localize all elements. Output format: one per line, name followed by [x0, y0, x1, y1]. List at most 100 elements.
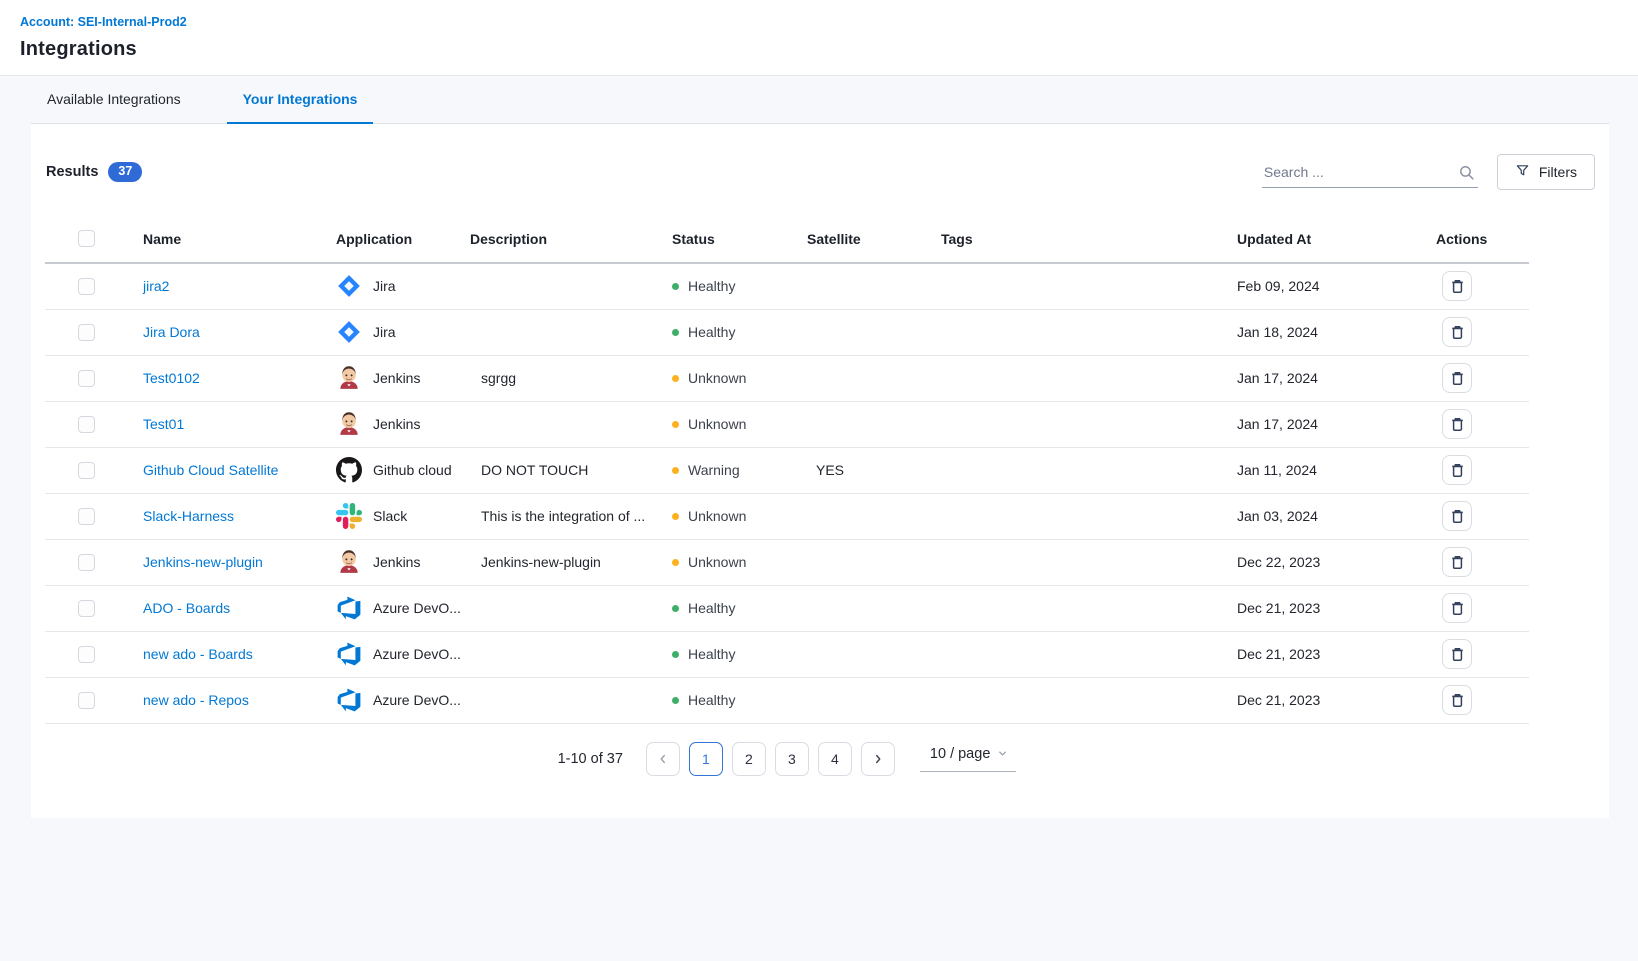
status-dot — [672, 467, 679, 474]
row-description: DO NOT TOUCH — [481, 462, 588, 478]
app-label: Github cloud — [373, 462, 452, 478]
row-name-link[interactable]: Slack-Harness — [143, 508, 234, 524]
delete-button[interactable] — [1442, 271, 1472, 301]
jira-icon — [336, 319, 362, 345]
row-name-link[interactable]: ADO - Boards — [143, 600, 230, 616]
status-dot — [672, 421, 679, 428]
jenkins-icon — [336, 365, 362, 391]
trash-icon — [1450, 692, 1465, 708]
app-label: Jenkins — [373, 554, 420, 570]
row-checkbox[interactable] — [78, 508, 95, 525]
row-updated: Feb 09, 2024 — [1237, 278, 1320, 294]
chevron-down-icon — [997, 748, 1008, 759]
jenkins-icon — [336, 411, 362, 437]
trash-icon — [1450, 416, 1465, 432]
pagination-page-2[interactable]: 2 — [732, 742, 766, 776]
row-name-link[interactable]: Github Cloud Satellite — [143, 462, 278, 478]
tab-your-integrations[interactable]: Your Integrations — [227, 76, 374, 124]
azure-icon — [336, 641, 362, 667]
delete-button[interactable] — [1442, 547, 1472, 577]
row-name-link[interactable]: Test01 — [143, 416, 184, 432]
github-icon — [336, 457, 362, 483]
status-label: Healthy — [688, 324, 735, 340]
integrations-table: Name Application Description Status Sate… — [45, 220, 1529, 724]
row-name-link[interactable]: Jenkins-new-plugin — [143, 554, 263, 570]
row-name-link[interactable]: new ado - Boards — [143, 646, 253, 662]
toolbar-right: Filters — [1262, 154, 1595, 190]
row-updated: Dec 21, 2023 — [1237, 692, 1320, 708]
row-updated: Jan 17, 2024 — [1237, 370, 1318, 386]
delete-button[interactable] — [1442, 593, 1472, 623]
app-label: Azure DevO... — [373, 600, 461, 616]
results-count-badge: 37 — [108, 162, 142, 182]
table-body: jira2 Jira Healthy Feb 09, 2024 — [45, 263, 1529, 723]
app-label: Azure DevO... — [373, 646, 461, 662]
row-checkbox[interactable] — [78, 278, 95, 295]
trash-icon — [1450, 600, 1465, 616]
status-label: Unknown — [688, 508, 746, 524]
toolbar: Results 37 — [45, 154, 1595, 190]
row-checkbox[interactable] — [78, 462, 95, 479]
status-dot — [672, 651, 679, 658]
row-checkbox[interactable] — [78, 600, 95, 617]
column-header-actions: Actions — [1436, 220, 1529, 263]
row-description: sgrgg — [481, 370, 516, 386]
table-row: Jenkins-new-plugin Jenkins Jenkins-new-p… — [45, 539, 1529, 585]
pagination-prev-button[interactable] — [646, 742, 680, 776]
row-name-link[interactable]: Jira Dora — [143, 324, 200, 340]
table-header-row: Name Application Description Status Sate… — [45, 220, 1529, 263]
pagination: 1-10 of 37 1 2 3 4 10 / page — [45, 742, 1529, 776]
status-label: Healthy — [688, 278, 735, 294]
row-checkbox[interactable] — [78, 646, 95, 663]
tab-available-integrations[interactable]: Available Integrations — [31, 76, 197, 124]
column-header-satellite: Satellite — [807, 220, 941, 263]
delete-button[interactable] — [1442, 317, 1472, 347]
trash-icon — [1450, 278, 1465, 294]
app-label: Azure DevO... — [373, 692, 461, 708]
row-name-link[interactable]: jira2 — [143, 278, 169, 294]
row-checkbox[interactable] — [78, 324, 95, 341]
delete-button[interactable] — [1442, 455, 1472, 485]
pagination-page-1[interactable]: 1 — [689, 742, 723, 776]
row-name-link[interactable]: Test0102 — [143, 370, 200, 386]
jira-icon — [336, 273, 362, 299]
search-input[interactable] — [1262, 157, 1478, 188]
search-icon — [1458, 164, 1475, 186]
delete-button[interactable] — [1442, 685, 1472, 715]
row-checkbox[interactable] — [78, 554, 95, 571]
row-checkbox[interactable] — [78, 692, 95, 709]
select-all-checkbox[interactable] — [78, 230, 95, 247]
table-row: Test0102 Jenkins sgrgg Unknown Jan 17, 2… — [45, 355, 1529, 401]
account-link[interactable]: Account: SEI-Internal-Prod2 — [20, 15, 187, 29]
table-row: Github Cloud Satellite Github cloud DO N… — [45, 447, 1529, 493]
delete-button[interactable] — [1442, 409, 1472, 439]
delete-button[interactable] — [1442, 639, 1472, 669]
chevron-left-icon — [656, 752, 670, 766]
pagination-next-button[interactable] — [861, 742, 895, 776]
status-label: Unknown — [688, 370, 746, 386]
filters-label: Filters — [1539, 164, 1577, 180]
row-updated: Dec 22, 2023 — [1237, 554, 1320, 570]
row-checkbox[interactable] — [78, 370, 95, 387]
content-area: Available Integrations Your Integrations… — [0, 76, 1638, 818]
row-updated: Dec 21, 2023 — [1237, 646, 1320, 662]
filters-button[interactable]: Filters — [1497, 154, 1595, 190]
column-header-tags: Tags — [941, 220, 1237, 263]
status-label: Healthy — [688, 646, 735, 662]
slack-icon — [336, 503, 362, 529]
trash-icon — [1450, 370, 1465, 386]
pagination-page-3[interactable]: 3 — [775, 742, 809, 776]
row-name-link[interactable]: new ado - Repos — [143, 692, 249, 708]
delete-button[interactable] — [1442, 363, 1472, 393]
integrations-card: Results 37 — [31, 124, 1609, 818]
page-size-select[interactable]: 10 / page — [920, 746, 1016, 772]
page-header: Account: SEI-Internal-Prod2 Integrations — [0, 0, 1638, 76]
row-satellite: YES — [816, 462, 844, 478]
pagination-page-4[interactable]: 4 — [818, 742, 852, 776]
row-checkbox[interactable] — [78, 416, 95, 433]
pagination-range-label: 1-10 of 37 — [558, 751, 623, 767]
row-updated: Dec 21, 2023 — [1237, 600, 1320, 616]
delete-button[interactable] — [1442, 501, 1472, 531]
status-label: Unknown — [688, 416, 746, 432]
trash-icon — [1450, 324, 1465, 340]
